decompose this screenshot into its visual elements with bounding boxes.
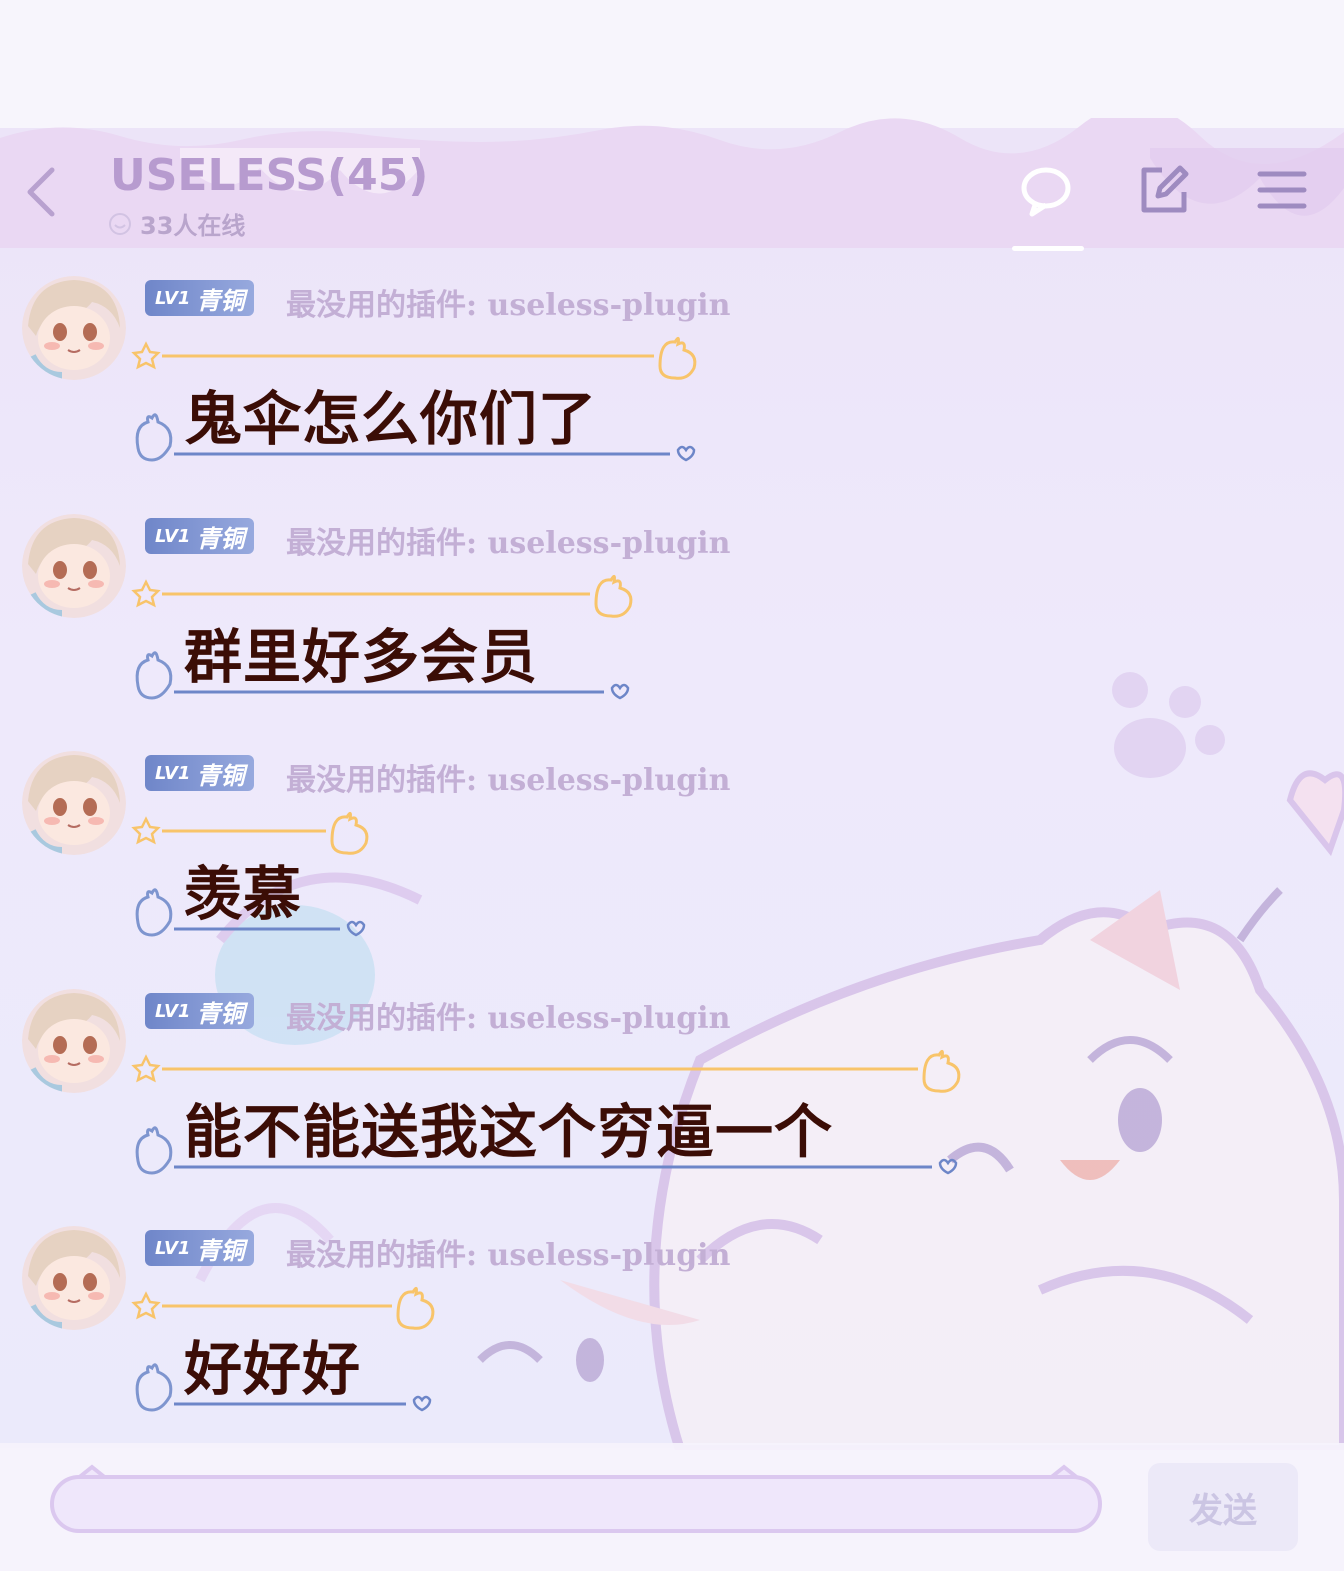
menu-button[interactable] [1254,162,1310,218]
hamburger-menu-icon [1257,171,1307,209]
level-text: LV1 [155,1237,191,1259]
anime-girl-avatar [22,514,126,618]
message-text: 羡慕 [184,860,303,928]
avatar[interactable] [22,751,126,855]
level-text: LV1 [155,762,191,784]
message-item: LV1 青铜 最没用的插件: useless-plugin 好好好 [0,1226,1344,1446]
avatar[interactable] [22,276,126,380]
status-area [0,0,1344,130]
avatar[interactable] [22,989,126,1093]
send-button[interactable]: 发送 [1148,1463,1298,1551]
smile-icon [109,212,131,235]
rank-text: 青铜 [196,1236,245,1265]
rank-text: 青铜 [196,761,245,790]
message-item: LV1 青铜 最没用的插件: useless-plugin 鬼伞怎么你们了 [0,276,1344,496]
chevron-left-icon [27,167,55,217]
back-button[interactable] [22,162,62,222]
message-text: 好好好 [184,1335,362,1403]
input-bar: 发送 [0,1443,1344,1571]
active-tab-indicator [1012,246,1084,251]
online-status: 33人在线 [108,206,245,241]
level-badge: LV1 青铜 [145,518,255,554]
sender-name[interactable]: 最没用的插件: useless-plugin [286,993,730,1037]
message-item: LV1 青铜 最没用的插件: useless-plugin 群里好多会员 [0,514,1344,734]
message-item: LV1 青铜 最没用的插件: useless-plugin 羡慕 [0,751,1344,971]
edit-icon [1141,165,1189,213]
rank-text: 青铜 [196,286,245,315]
avatar[interactable] [22,514,126,618]
sender-name[interactable]: 最没用的插件: useless-plugin [286,518,730,562]
message-text: 群里好多会员 [184,623,539,691]
chat-tab-button[interactable] [1018,162,1074,218]
rank-text: 青铜 [196,524,245,553]
level-badge: LV1 青铜 [145,280,255,316]
chat-bubble-icon [1021,167,1071,217]
level-text: LV1 [155,1000,191,1022]
message-item: LV1 青铜 最没用的插件: useless-plugin 能不能送我这个穷逼一个 [0,989,1344,1209]
message-text: 能不能送我这个穷逼一个 [184,1098,834,1166]
anime-girl-avatar [22,276,126,380]
chat-header: USELESS(45) 33人在线 [0,128,1344,251]
anime-girl-avatar [22,989,126,1093]
level-text: LV1 [155,287,191,309]
level-badge: LV1 青铜 [145,755,255,791]
anime-girl-avatar [22,751,126,855]
sender-name[interactable]: 最没用的插件: useless-plugin [286,1230,730,1274]
sender-name[interactable]: 最没用的插件: useless-plugin [286,755,730,799]
sender-name[interactable]: 最没用的插件: useless-plugin [286,280,730,324]
group-title: USELESS(45) [110,150,429,201]
level-text: LV1 [155,525,191,547]
level-badge: LV1 青铜 [145,1230,255,1266]
edit-button[interactable] [1136,162,1192,218]
input-container [44,1463,1112,1543]
message-input[interactable] [50,1475,1102,1533]
online-count: 33人在线 [140,212,246,240]
avatar[interactable] [22,1226,126,1330]
rank-text: 青铜 [196,999,245,1028]
message-text: 鬼伞怎么你们了 [184,385,598,453]
level-badge: LV1 青铜 [145,993,255,1029]
anime-girl-avatar [22,1226,126,1330]
